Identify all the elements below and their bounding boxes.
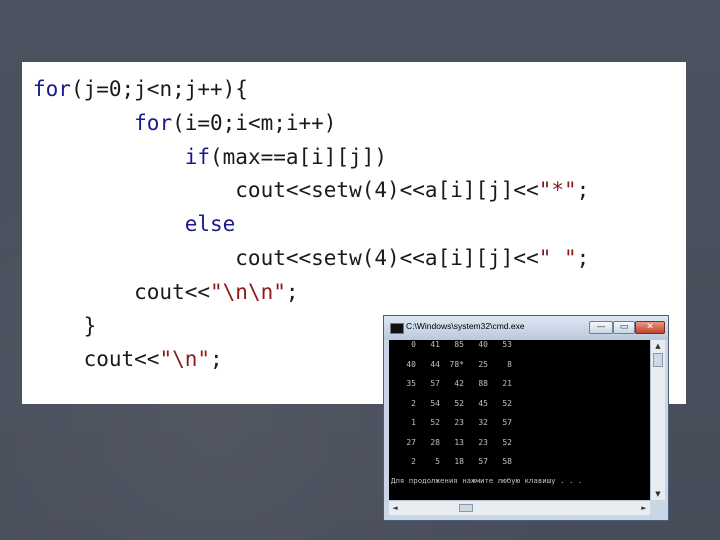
console-cell: 8 xyxy=(507,359,512,369)
code-string: "*" xyxy=(538,178,577,203)
code-keyword: for xyxy=(134,110,173,135)
minimize-button[interactable]: — xyxy=(589,321,613,334)
console-cell: 41 xyxy=(430,340,440,349)
code-keyword: if xyxy=(184,144,211,169)
code-text: ; xyxy=(285,279,299,304)
code-text: cout<<setw(4)<<a[i][j]<< xyxy=(33,178,539,203)
console-cell: 52 xyxy=(454,398,464,408)
console-icon xyxy=(390,323,404,334)
code-text: cout<<setw(4)<<a[i][j]<< xyxy=(33,245,539,270)
code-line: cout<<"\n\n"; xyxy=(33,276,589,310)
code-text: ; xyxy=(576,178,590,203)
console-row: 27 28 13 23 52 xyxy=(392,438,512,458)
console-cell: 54 xyxy=(430,398,440,408)
console-row: 40 44 78* 25 8 xyxy=(392,360,512,380)
console-cell: 45 xyxy=(478,398,488,408)
console-cell: 2 xyxy=(411,457,416,466)
scroll-up-icon[interactable]: ▲ xyxy=(651,340,665,352)
vertical-scrollbar[interactable]: ▲ ▼ xyxy=(650,340,665,500)
code-string: " " xyxy=(538,245,577,270)
console-cell: 44 xyxy=(430,359,440,369)
cmd-titlebar[interactable]: C:\Windows\system32\cmd.exe — ▭ ✕ xyxy=(384,316,668,340)
console-cell: 27 xyxy=(406,437,416,447)
console-cell: 57 xyxy=(478,457,488,466)
code-text: ; xyxy=(576,245,590,270)
console-cell: 25 xyxy=(478,359,488,369)
code-text: (max==a[i][j]) xyxy=(210,144,388,169)
scroll-left-icon[interactable]: ◄ xyxy=(389,501,401,515)
code-string: "\n" xyxy=(159,347,211,372)
code-text: ; xyxy=(210,347,223,372)
code-text: (j=0;j<n;j++){ xyxy=(70,77,248,101)
console-cell: 13 xyxy=(454,437,464,447)
console-cell: 52 xyxy=(430,418,440,427)
console-cell: 0 xyxy=(411,340,416,349)
console-cell: 21 xyxy=(502,379,512,388)
horizontal-scrollbar[interactable]: ◄ ► xyxy=(389,500,650,515)
console-cell: 28 xyxy=(430,437,440,447)
horizontal-scroll-thumb[interactable] xyxy=(459,504,473,512)
console-cell: 57 xyxy=(430,379,440,388)
console-cell: 85 xyxy=(454,340,464,349)
code-line: cout<<setw(4)<<a[i][j]<<"*"; xyxy=(33,174,589,208)
code-keyword: else xyxy=(184,212,236,237)
code-text: cout<< xyxy=(33,279,211,304)
console-output[interactable]: 0 41 85 40 53 40 44 78* 25 8 35 57 42 88 21 2 54 52 45 52 1 5… xyxy=(389,340,650,500)
console-cell: 40 xyxy=(478,340,488,349)
console-cell: 42 xyxy=(454,379,464,388)
console-cell: 35 xyxy=(406,379,416,388)
cmd-title: C:\Windows\system32\cmd.exe xyxy=(406,321,525,331)
console-row: 35 57 42 88 21 xyxy=(392,379,512,399)
scroll-down-icon[interactable]: ▼ xyxy=(651,488,665,500)
code-line: if(max==a[i][j]) xyxy=(33,141,589,175)
console-row: 1 52 23 32 57 xyxy=(392,418,512,438)
code-line: else xyxy=(33,208,589,242)
console-cell: 88 xyxy=(478,379,488,388)
code-line: for(j=0;j<n;j++){ xyxy=(33,73,589,107)
console-cell: 18 xyxy=(454,457,464,466)
code-text: (i=0;i<m;i++) xyxy=(172,110,337,135)
console-matrix: 0 41 85 40 53 40 44 78* 25 8 35 57 42 88 21 2 54 52 45 52 1 5… xyxy=(392,340,512,477)
code-string: "\n\n" xyxy=(210,279,286,304)
console-cell: 52 xyxy=(502,437,512,447)
code-text: cout<< xyxy=(33,347,160,372)
console-row: 2 54 52 45 52 xyxy=(392,399,512,419)
console-row: 0 41 85 40 53 xyxy=(392,340,512,360)
code-line: cout<<setw(4)<<a[i][j]<<" "; xyxy=(33,242,589,276)
code-line: for(i=0;i<m;i++) xyxy=(33,107,589,141)
console-cell: 57 xyxy=(502,418,512,427)
vertical-scroll-thumb[interactable] xyxy=(653,353,663,367)
code-text: } xyxy=(33,313,97,338)
console-cell: 23 xyxy=(454,418,464,427)
cmd-window[interactable]: C:\Windows\system32\cmd.exe — ▭ ✕ 0 41 85 4… xyxy=(383,315,669,521)
console-cell: 78* xyxy=(449,359,464,369)
console-prompt: Для продолжения нажмите любую клавишу . … xyxy=(391,476,583,485)
console-cell: 23 xyxy=(478,437,488,447)
scroll-right-icon[interactable]: ► xyxy=(638,501,650,515)
console-cell: 58 xyxy=(502,457,512,466)
console-row: 2 5 18 57 58 xyxy=(392,457,512,477)
console-cell: 40 xyxy=(406,359,416,369)
console-cell: 53 xyxy=(502,340,512,349)
console-cell: 32 xyxy=(478,418,488,427)
console-cell: 1 xyxy=(411,418,416,427)
code-keyword: for xyxy=(33,77,71,101)
maximize-button[interactable]: ▭ xyxy=(613,321,635,334)
console-cell: 5 xyxy=(435,457,440,466)
close-button[interactable]: ✕ xyxy=(635,321,665,334)
console-cell: 2 xyxy=(411,398,416,408)
console-cell: 52 xyxy=(502,398,512,408)
